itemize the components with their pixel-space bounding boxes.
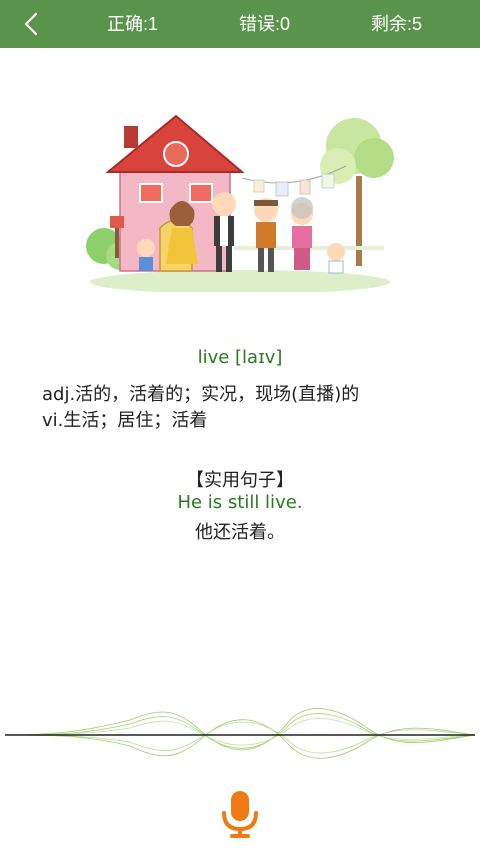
example-sentence-en: He is still live. <box>177 492 303 513</box>
top-bar: 正确:1 错误:0 剩余:5 <box>0 0 480 48</box>
definition-line-1: adj.活的，活着的；实况，现场(直播)的 <box>42 384 360 405</box>
back-icon[interactable] <box>18 10 46 38</box>
example-section-title: 【实用句子】 <box>186 470 294 491</box>
wrong-count: 错误:0 <box>239 14 291 34</box>
correct-count: 正确:1 <box>107 14 159 34</box>
remaining-count: 剩余:5 <box>371 14 423 34</box>
example-sentence-zh: 他还活着。 <box>195 522 285 543</box>
voice-waveform <box>4 708 476 759</box>
microphone-icon[interactable] <box>219 789 261 839</box>
headword: live [laɪv] <box>197 347 283 368</box>
family-house-illustration <box>86 114 394 292</box>
definition-line-2: vi.生活；居住；活着 <box>42 410 208 431</box>
